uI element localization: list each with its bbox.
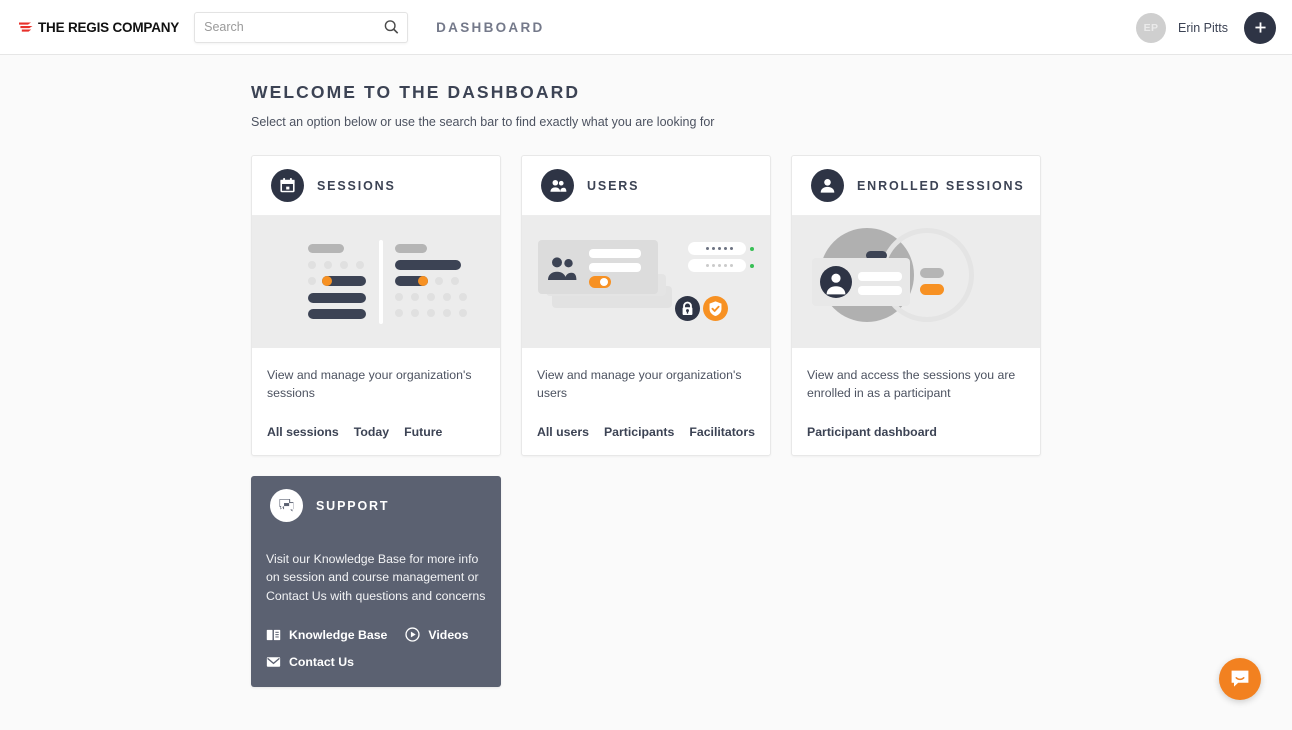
regis-swoosh-icon xyxy=(18,20,35,35)
card-enrolled-sessions-title: ENROLLED SESSIONS xyxy=(857,178,1025,193)
users-illustration xyxy=(522,216,770,348)
link-today[interactable]: Today xyxy=(354,425,389,439)
play-circle-icon xyxy=(405,627,421,642)
card-enrolled-sessions[interactable]: ENROLLED SESSIONS View and access the se… xyxy=(791,155,1041,456)
card-support[interactable]: SUPPORT Visit our Knowledge Base for mor… xyxy=(251,475,501,688)
link-all-users[interactable]: All users xyxy=(537,425,589,439)
card-users-links: All users Participants Facilitators xyxy=(522,425,770,455)
card-sessions-title: SESSIONS xyxy=(317,178,396,193)
page-title: DASHBOARD xyxy=(436,19,545,35)
link-knowledge-base-label: Knowledge Base xyxy=(289,627,388,642)
support-link-row-2: Contact Us xyxy=(266,655,486,669)
card-enrolled-sessions-body: View and access the sessions you are enr… xyxy=(792,348,1040,403)
intercom-chat-icon xyxy=(1229,668,1251,690)
welcome-subtitle: Select an option below or use the search… xyxy=(251,115,715,129)
link-participants[interactable]: Participants xyxy=(604,425,674,439)
card-users-title: USERS xyxy=(587,178,640,193)
card-sessions[interactable]: SESSIONS View and manage your organizati… xyxy=(251,155,501,456)
card-sessions-description: View and manage your organization's sess… xyxy=(267,368,472,401)
link-videos-label: Videos xyxy=(428,627,469,642)
lock-badge-icon xyxy=(675,296,700,321)
welcome-heading: WELCOME TO THE DASHBOARD xyxy=(251,82,581,102)
brand-logo[interactable]: THE REGIS COMPANY xyxy=(18,20,179,35)
link-videos[interactable]: Videos xyxy=(405,627,469,642)
link-facilitators[interactable]: Facilitators xyxy=(689,425,755,439)
card-users[interactable]: USERS View and manage your organization'… xyxy=(521,155,771,456)
brand-logo-text: THE REGIS COMPANY xyxy=(38,19,180,35)
card-sessions-header: SESSIONS xyxy=(252,156,500,216)
sessions-illustration xyxy=(252,216,500,348)
user-name[interactable]: Erin Pitts xyxy=(1178,21,1228,35)
top-header-bar: THE REGIS COMPANY DASHBOARD EP Erin Pitt… xyxy=(0,0,1292,55)
calendar-icon xyxy=(271,169,304,202)
book-icon xyxy=(266,628,281,642)
chat-launcher-button[interactable] xyxy=(1219,658,1261,700)
search-box[interactable] xyxy=(194,11,409,43)
chat-icon xyxy=(270,489,303,523)
verified-shield-badge-icon xyxy=(703,296,728,321)
users-icon xyxy=(541,169,574,202)
card-users-description: View and manage your organization's user… xyxy=(537,368,742,401)
plus-icon xyxy=(1253,20,1268,35)
link-future[interactable]: Future xyxy=(404,425,442,439)
link-participant-dashboard[interactable]: Participant dashboard xyxy=(807,425,937,439)
person-icon xyxy=(811,169,844,202)
card-support-description: Visit our Knowledge Base for more info o… xyxy=(266,551,486,603)
card-support-links: Knowledge Base Videos Contact Us xyxy=(251,605,501,687)
link-contact-us[interactable]: Contact Us xyxy=(266,655,354,669)
link-contact-us-label: Contact Us xyxy=(289,655,354,670)
card-users-body: View and manage your organization's user… xyxy=(522,348,770,403)
header-right-cluster: EP Erin Pitts xyxy=(1135,0,1276,55)
envelope-icon xyxy=(266,656,281,668)
link-all-sessions[interactable]: All sessions xyxy=(267,425,339,439)
card-enrolled-sessions-description: View and access the sessions you are enr… xyxy=(807,368,1016,401)
card-support-header: SUPPORT xyxy=(251,476,501,536)
card-users-header: USERS xyxy=(522,156,770,216)
dashboard-card-row: SESSIONS View and manage your organizati… xyxy=(251,155,1292,456)
link-knowledge-base[interactable]: Knowledge Base xyxy=(266,628,387,642)
card-enrolled-sessions-links: Participant dashboard xyxy=(792,425,1040,455)
avatar[interactable]: EP xyxy=(1135,12,1166,43)
search-icon[interactable] xyxy=(384,20,399,35)
add-new-button[interactable] xyxy=(1244,11,1276,44)
support-link-row-1: Knowledge Base Videos xyxy=(266,627,486,642)
card-support-title: SUPPORT xyxy=(316,498,390,513)
card-sessions-links: All sessions Today Future xyxy=(252,425,500,455)
search-input[interactable] xyxy=(195,12,408,42)
card-enrolled-sessions-header: ENROLLED SESSIONS xyxy=(792,156,1040,216)
enrolled-sessions-illustration xyxy=(792,216,1040,348)
card-sessions-body: View and manage your organization's sess… xyxy=(252,348,500,403)
main-content: WELCOME TO THE DASHBOARD Select an optio… xyxy=(0,55,1292,688)
